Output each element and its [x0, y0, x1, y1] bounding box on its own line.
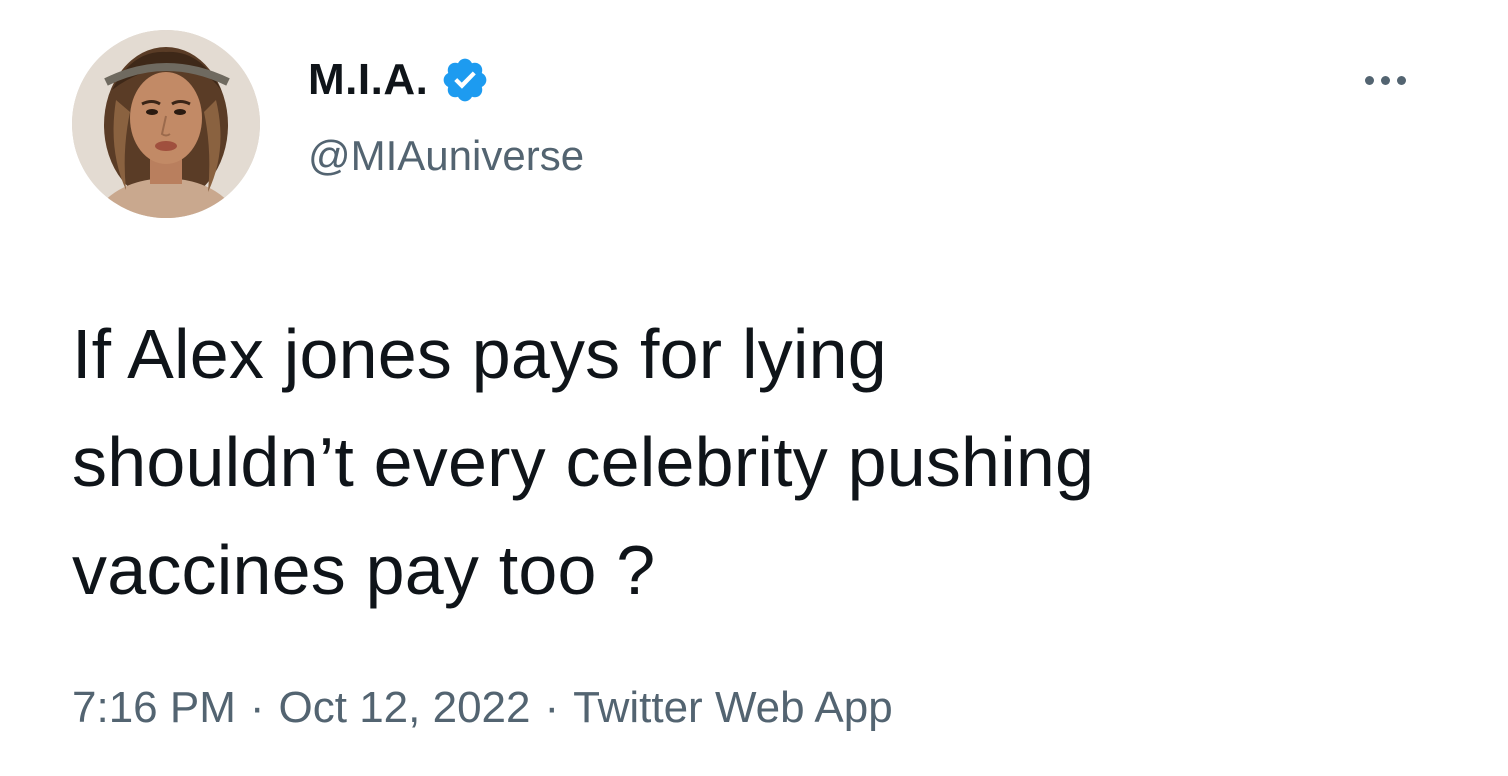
tweet-date[interactable]: Oct 12, 2022 [279, 683, 531, 733]
tweet-card: M.I.A. @MIAuniverse If Alex jones pays f… [0, 0, 1508, 776]
meta-separator: · [249, 683, 265, 732]
tweet-text: If Alex jones pays for lying shouldn’t e… [72, 315, 1095, 609]
tweet-time[interactable]: 7:16 PM [72, 683, 236, 733]
more-dot [1380, 75, 1390, 85]
author-avatar[interactable] [72, 30, 260, 218]
author-name-row: M.I.A. [308, 52, 490, 108]
verified-badge-icon [440, 55, 490, 105]
author-handle[interactable]: @MIAuniverse [308, 130, 584, 182]
tweet-meta: 7:16 PM · Oct 12, 2022 · Twitter Web App [72, 678, 893, 738]
meta-separator: · [544, 683, 560, 732]
more-dot [1364, 75, 1374, 85]
more-options-icon[interactable] [1350, 60, 1420, 100]
avatar-image [72, 30, 260, 218]
tweet-source: Twitter Web App [573, 683, 893, 732]
more-dot [1396, 75, 1406, 85]
author-display-name[interactable]: M.I.A. [308, 54, 428, 106]
